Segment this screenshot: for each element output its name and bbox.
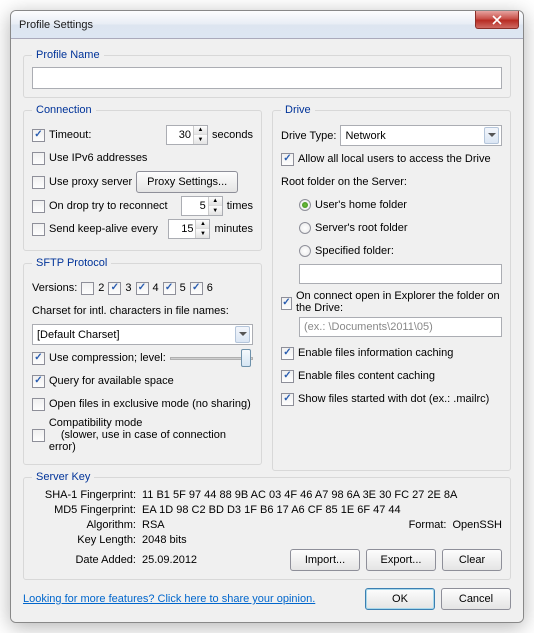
import-button[interactable]: Import... [290, 549, 360, 571]
charset-select[interactable]: [Default Charset] [32, 324, 253, 345]
dialog-window: Profile Settings Profile Name Connection… [10, 10, 524, 623]
dialog-body: Profile Name Connection Timeout: ▲▼ seco… [11, 39, 523, 622]
connection-group: Connection Timeout: ▲▼ seconds Use IPv6 … [23, 104, 262, 251]
features-link[interactable]: Looking for more features? Click here to… [23, 593, 315, 605]
reconnect-spinner[interactable]: ▲▼ [181, 196, 223, 216]
content-cache-check[interactable]: Enable files content caching [281, 370, 435, 383]
exclusive-check[interactable]: Open files in exclusive mode (no sharing… [32, 398, 251, 411]
md5-value: EA 1D 98 C2 BD D3 1F B6 17 A6 CF 85 1E 6… [142, 504, 502, 516]
sftp-group: SFTP Protocol Versions: 2 3 4 5 6 Charse… [23, 257, 262, 465]
timeout-check[interactable]: Timeout: [32, 129, 91, 142]
keepalive-check[interactable]: Send keep-alive every [32, 223, 158, 236]
drive-group: Drive Drive Type: Network Allow all loca… [272, 104, 511, 471]
keepalive-spinner[interactable]: ▲▼ [168, 219, 210, 239]
version-2-check[interactable]: 2 [81, 282, 104, 295]
sha1-label: SHA-1 Fingerprint: [32, 489, 142, 501]
version-6-check[interactable]: 6 [190, 282, 213, 295]
date-label: Date Added: [32, 554, 142, 566]
root-home-radio[interactable]: User's home folder [299, 199, 407, 211]
timeout-value[interactable] [167, 126, 193, 144]
chevron-down-icon [235, 326, 250, 343]
cancel-button[interactable]: Cancel [441, 588, 511, 610]
reconnect-value[interactable] [182, 197, 208, 215]
date-value: 25.09.2012 [142, 554, 197, 566]
profile-name-input[interactable] [32, 67, 502, 89]
keylen-value: 2048 bits [142, 534, 502, 546]
query-space-check[interactable]: Query for available space [32, 375, 174, 388]
chevron-down-icon [484, 127, 499, 144]
connection-legend: Connection [32, 104, 96, 116]
algo-value: RSA [142, 519, 165, 531]
keepalive-value[interactable] [169, 220, 195, 238]
compression-slider[interactable] [170, 348, 253, 368]
close-button[interactable] [475, 11, 519, 29]
specified-folder-input[interactable] [299, 264, 502, 284]
versions-label: Versions: [32, 282, 77, 294]
root-folder-label: Root folder on the Server: [281, 176, 407, 188]
allow-all-check[interactable]: Allow all local users to access the Driv… [281, 153, 491, 166]
drive-type-label: Drive Type: [281, 130, 336, 142]
compression-check[interactable]: Use compression; level: [32, 352, 166, 365]
root-specified-radio[interactable]: Specified folder: [299, 245, 394, 257]
window-title: Profile Settings [19, 19, 93, 31]
keylen-label: Key Length: [32, 534, 142, 546]
show-dot-check[interactable]: Show files started with dot (ex.: .mailr… [281, 393, 489, 406]
version-4-check[interactable]: 4 [136, 282, 159, 295]
reconnect-unit: times [227, 200, 253, 212]
sftp-legend: SFTP Protocol [32, 257, 111, 269]
footer: Looking for more features? Click here to… [23, 588, 511, 610]
server-key-group: Server Key SHA-1 Fingerprint: 11 B1 5F 9… [23, 471, 511, 580]
algo-label: Algorithm: [32, 519, 142, 531]
version-3-check[interactable]: 3 [108, 282, 131, 295]
proxy-settings-button[interactable]: Proxy Settings... [136, 171, 238, 193]
close-icon [492, 15, 502, 25]
format-label: Format: [409, 519, 447, 531]
export-button[interactable]: Export... [366, 549, 436, 571]
server-key-legend: Server Key [32, 471, 94, 483]
spin-down-icon[interactable]: ▼ [194, 135, 207, 144]
profile-name-legend: Profile Name [32, 49, 104, 61]
profile-name-group: Profile Name [23, 49, 511, 98]
timeout-unit: seconds [212, 129, 253, 141]
drive-type-select[interactable]: Network [340, 125, 502, 146]
spin-up-icon[interactable]: ▲ [194, 126, 207, 135]
root-serverroot-radio[interactable]: Server's root folder [299, 222, 408, 234]
drive-legend: Drive [281, 104, 315, 116]
open-explorer-input[interactable] [299, 317, 502, 337]
clear-button[interactable]: Clear [442, 549, 502, 571]
compat-check[interactable]: Compatibility mode (slower, use in case … [32, 417, 253, 453]
ipv6-check[interactable]: Use IPv6 addresses [32, 152, 147, 165]
format-value: OpenSSH [452, 519, 502, 531]
timeout-spinner[interactable]: ▲▼ [166, 125, 208, 145]
reconnect-check[interactable]: On drop try to reconnect [32, 200, 168, 213]
titlebar[interactable]: Profile Settings [11, 11, 523, 39]
open-explorer-check[interactable]: On connect open in Explorer the folder o… [281, 290, 502, 314]
version-5-check[interactable]: 5 [163, 282, 186, 295]
md5-label: MD5 Fingerprint: [32, 504, 142, 516]
ok-button[interactable]: OK [365, 588, 435, 610]
charset-label: Charset for intl. characters in file nam… [32, 305, 229, 317]
proxy-check[interactable]: Use proxy server [32, 176, 132, 189]
info-cache-check[interactable]: Enable files information caching [281, 347, 453, 360]
sha1-value: 11 B1 5F 97 44 88 9B AC 03 4F 46 A7 98 6… [142, 489, 502, 501]
keepalive-unit: minutes [214, 223, 253, 235]
